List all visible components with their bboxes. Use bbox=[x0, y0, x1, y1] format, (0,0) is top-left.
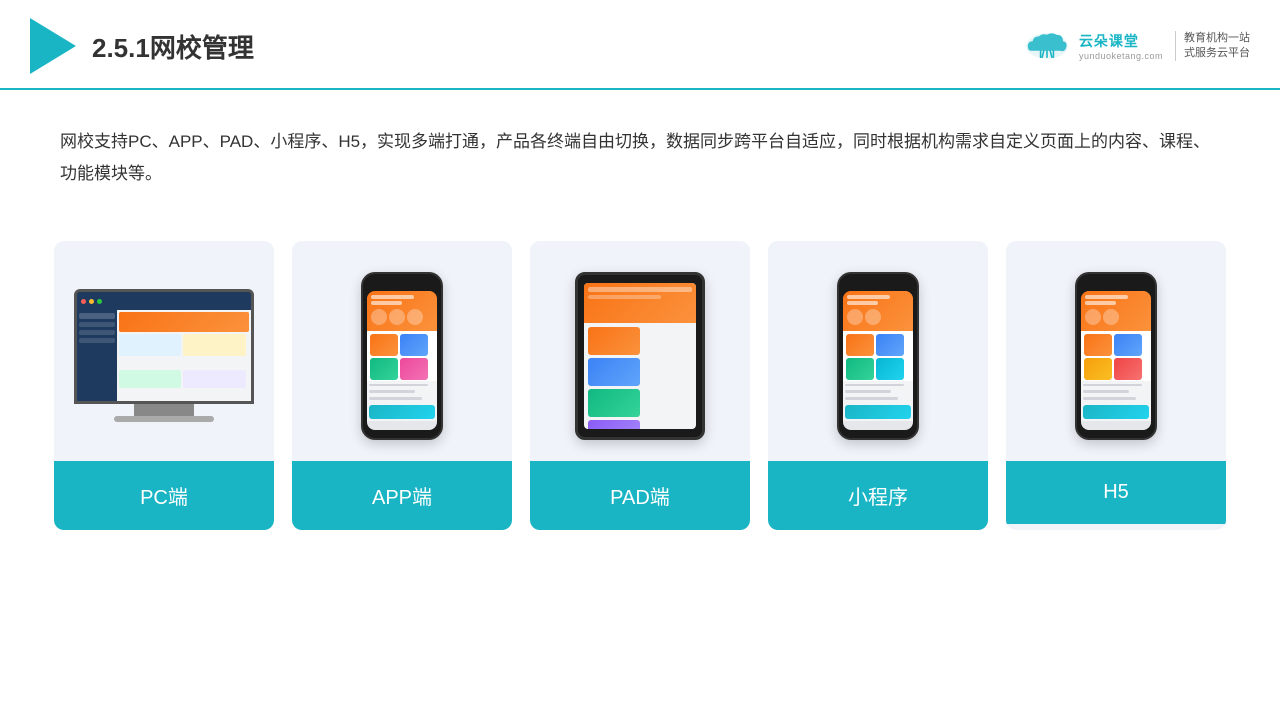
card-image-miniapp bbox=[768, 241, 988, 461]
card-label-miniapp: 小程序 bbox=[768, 461, 988, 530]
card-h5: H5 bbox=[1006, 241, 1226, 530]
card-miniapp: 小程序 bbox=[768, 241, 988, 530]
header: 2.5.1网校管理 云朵课堂 yunduoketang.com 教育机构一站 式… bbox=[0, 0, 1280, 90]
card-label-h5: H5 bbox=[1006, 461, 1226, 524]
cloud-icon bbox=[1023, 28, 1071, 64]
card-image-h5 bbox=[1006, 241, 1226, 461]
card-label-app: APP端 bbox=[292, 461, 512, 530]
card-label-pad: PAD端 bbox=[530, 461, 750, 530]
phone-mockup-app bbox=[361, 272, 443, 440]
pc-screen bbox=[74, 289, 254, 404]
description-paragraph: 网校支持PC、APP、PAD、小程序、H5，实现多端打通，产品各终端自由切换，数… bbox=[60, 126, 1220, 191]
logo-triangle-icon bbox=[30, 18, 76, 74]
description-text: 网校支持PC、APP、PAD、小程序、H5，实现多端打通，产品各终端自由切换，数… bbox=[0, 90, 1280, 211]
card-image-pad bbox=[530, 241, 750, 461]
brand-slogan: 教育机构一站 式服务云平台 bbox=[1175, 31, 1250, 62]
card-pad: PAD端 bbox=[530, 241, 750, 530]
card-label-pc: PC端 bbox=[54, 461, 274, 530]
phone-mockup-miniapp bbox=[837, 272, 919, 440]
card-image-app bbox=[292, 241, 512, 461]
brand-logo: 云朵课堂 yunduoketang.com 教育机构一站 式服务云平台 bbox=[1023, 28, 1250, 64]
card-image-pc bbox=[54, 241, 274, 461]
brand-name: 云朵课堂 bbox=[1079, 31, 1139, 51]
brand-domain: yunduoketang.com bbox=[1079, 51, 1163, 61]
pc-mockup bbox=[74, 289, 254, 422]
header-left: 2.5.1网校管理 bbox=[30, 18, 254, 74]
brand-text-block: 云朵课堂 yunduoketang.com bbox=[1079, 31, 1163, 61]
page-title: 2.5.1网校管理 bbox=[92, 28, 254, 65]
card-app: APP端 bbox=[292, 241, 512, 530]
phone-mockup-h5 bbox=[1075, 272, 1157, 440]
card-pc: PC端 bbox=[54, 241, 274, 530]
tablet-mockup bbox=[575, 272, 705, 440]
cards-container: PC端 bbox=[0, 221, 1280, 550]
